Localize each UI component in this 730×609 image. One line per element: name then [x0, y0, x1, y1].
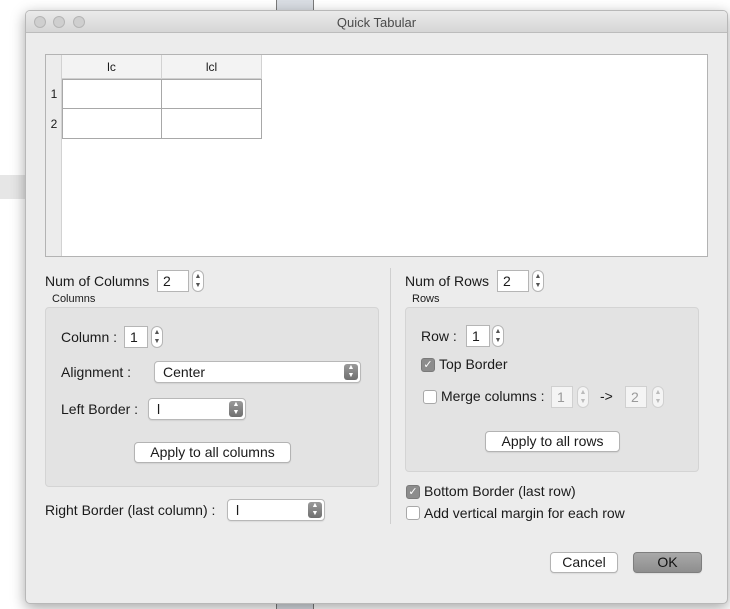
left-border-label: Left Border : [61, 401, 139, 417]
bottom-border-label: Bottom Border (last row) [424, 483, 576, 499]
background-app-strip [0, 175, 26, 199]
num-columns-label: Num of Columns [45, 273, 150, 289]
merge-from-stepper-icon[interactable]: ▲ ▼ [577, 386, 589, 408]
section-divider [390, 268, 391, 524]
column-index-field[interactable]: 1 [124, 326, 148, 348]
cancel-button[interactable]: Cancel [550, 552, 618, 573]
column-header-2[interactable]: lcl [162, 55, 262, 79]
table-cell-r1-c2[interactable] [161, 79, 262, 109]
right-border-label: Right Border (last column) : [45, 502, 216, 518]
apply-to-all-rows-button[interactable]: Apply to all rows [485, 431, 620, 452]
bottom-border-checkbox[interactable]: ✓ [406, 485, 420, 499]
row-index-label: Row : [421, 328, 457, 344]
row-index-stepper-icon[interactable]: ▲ ▼ [492, 325, 504, 347]
title-bar: Quick Tabular [26, 11, 727, 33]
apply-to-all-columns-button[interactable]: Apply to all columns [134, 442, 291, 463]
vertical-margin-label: Add vertical margin for each row [424, 505, 625, 521]
num-columns-field[interactable]: 2 [157, 270, 189, 292]
top-border-label: Top Border [439, 356, 508, 372]
merge-to-field[interactable]: 2 [625, 386, 647, 408]
left-border-select[interactable]: l ▲ ▼ [148, 398, 246, 420]
right-border-value: l [236, 502, 240, 518]
table-editor-grid[interactable]: lc lcl 1 2 [45, 54, 708, 257]
ok-button[interactable]: OK [633, 552, 702, 573]
columns-group-label: Columns [52, 293, 96, 305]
merge-from-field[interactable]: 1 [551, 386, 573, 408]
column-index-stepper-icon[interactable]: ▲ ▼ [151, 326, 163, 348]
alignment-label: Alignment : [61, 364, 132, 380]
alignment-value: Center [163, 364, 206, 380]
row-number-2[interactable]: 2 [46, 117, 62, 131]
quick-tabular-dialog: Quick Tabular lc lcl 1 2 Num of Columns … [25, 10, 728, 604]
alignment-select[interactable]: Center ▲ ▼ [154, 361, 361, 383]
left-border-value: l [157, 401, 161, 417]
column-header-1[interactable]: lc [62, 55, 162, 79]
table-cell-r1-c1[interactable] [62, 79, 162, 109]
row-number-1[interactable]: 1 [46, 87, 62, 101]
rows-group-label: Rows [412, 293, 440, 305]
row-index-field[interactable]: 1 [466, 325, 490, 347]
table-cell-r2-c1[interactable] [62, 108, 162, 139]
merge-columns-label: Merge columns : [441, 388, 545, 404]
chevron-updown-icon: ▲ ▼ [308, 502, 322, 518]
row-header-gutter [46, 55, 62, 256]
merge-arrow: -> [600, 388, 613, 404]
num-columns-stepper-icon[interactable]: ▲ ▼ [192, 270, 204, 292]
column-index-label: Column : [61, 329, 118, 345]
right-border-select[interactable]: l ▲ ▼ [227, 499, 325, 521]
num-rows-field[interactable]: 2 [497, 270, 529, 292]
merge-to-stepper-icon[interactable]: ▲ ▼ [652, 386, 664, 408]
num-rows-stepper-icon[interactable]: ▲ ▼ [532, 270, 544, 292]
table-cell-r2-c2[interactable] [161, 108, 262, 139]
rows-group-box: Row : 1 ▲ ▼ ✓ Top Border Merge columns : … [405, 307, 699, 472]
num-rows-label: Num of Rows [405, 273, 490, 289]
columns-group-box: Column : 1 ▲ ▼ Alignment : Center ▲ ▼ Left… [45, 307, 379, 487]
top-border-checkbox[interactable]: ✓ [421, 358, 435, 372]
chevron-updown-icon: ▲ ▼ [344, 364, 358, 380]
vertical-margin-checkbox[interactable] [406, 506, 420, 520]
window-title: Quick Tabular [336, 15, 417, 30]
chevron-updown-icon: ▲ ▼ [229, 401, 243, 417]
merge-columns-checkbox[interactable] [423, 390, 437, 404]
